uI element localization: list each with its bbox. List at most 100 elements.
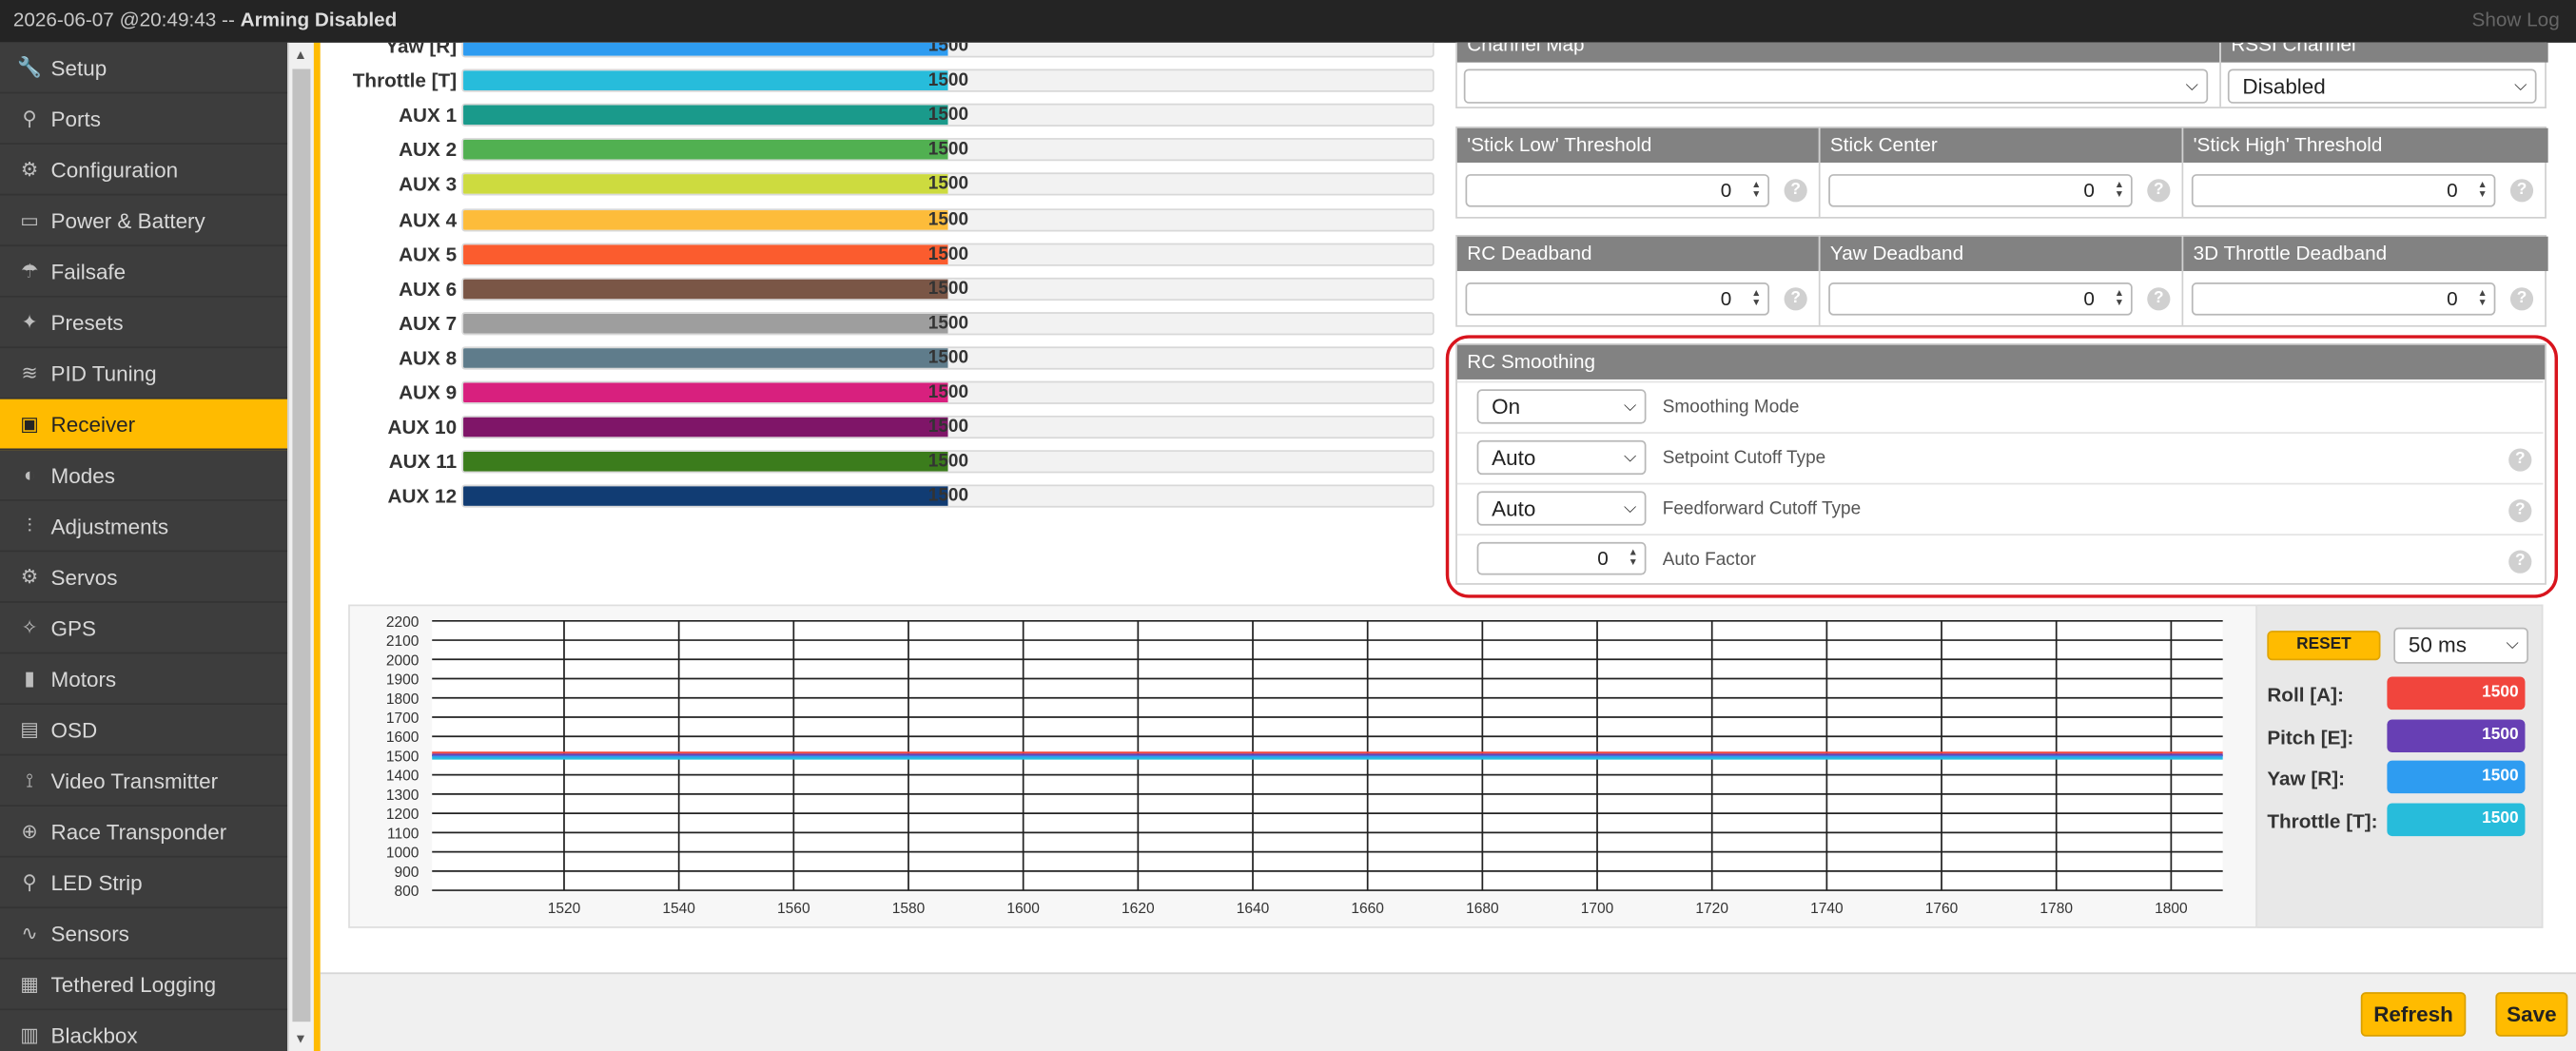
spinner-icon[interactable]: ▲ ▼ [2115,289,2124,309]
rc-graph-svg: 2200 2100 2000 1900 1800 1700 1600 1500 1400 1300… [386,614,2223,917]
show-log-link[interactable]: Show Log [2472,9,2560,31]
sidebar-item-configuration[interactable]: ⚙ Configuration [0,145,288,196]
sidebar-item-adjustments[interactable]: ⫶ Adjustments [0,501,288,553]
channel-meter: 1500 [461,484,1434,509]
scroll-down-icon[interactable]: ▼ [294,1032,307,1047]
help-icon[interactable]: ? [2147,179,2171,203]
save-button[interactable]: Save [2495,992,2568,1037]
channel-value: 1500 [927,279,969,299]
sidebar-item-led-strip[interactable]: ⚲ LED Strip [0,858,288,909]
sidebar-item-failsafe[interactable]: ☂ Failsafe [0,246,288,298]
stick-low-input[interactable]: 0 ▲ ▼ [1465,174,1770,207]
channel-name: Yaw [R] [385,42,458,58]
spinner-icon[interactable]: ▲ ▼ [1751,181,1761,201]
rc-deadband-value: 0 [1720,287,1732,311]
stick-low-value: 0 [1720,179,1732,203]
channel-meter-fill [463,279,948,299]
battery-icon: ▭ [20,208,39,232]
stick-center-input[interactable]: 0 ▲ ▼ [1828,174,2133,207]
channel-meter: 1500 [461,207,1434,231]
channel-name: AUX 10 [387,416,458,439]
x-tick-label: 1800 [2155,901,2188,917]
sidebar-item-power-battery[interactable]: ▭ Power & Battery [0,196,288,247]
channel-meter-fill [463,174,948,195]
sidebar-item-blackbox[interactable]: ▥ Blackbox [0,1010,287,1051]
x-tick-label: 1560 [777,901,810,917]
channel-row: Throttle [T] 1500 [321,65,1437,99]
channel-meter: 1500 [461,450,1434,474]
scroll-up-icon[interactable]: ▲ [294,48,307,63]
channel-name: AUX 1 [399,104,458,127]
sidebar-item-ports[interactable]: ⚲ Ports [0,93,288,145]
antenna-icon: ⟟ [26,768,33,791]
channel-meter-fill [463,313,948,334]
y-tick-label: 800 [394,884,419,900]
y-tick-label: 1600 [386,730,420,746]
x-tick-label: 1760 [1925,901,1959,917]
channel-value: 1500 [927,313,969,334]
receiver-icon: ▣ [20,412,39,436]
y-tick-label: 2100 [386,633,420,650]
help-icon[interactable]: ? [2509,287,2534,311]
sidebar-item-label: Presets [50,309,124,335]
scrollbar-thumb[interactable] [292,68,311,1022]
help-icon[interactable]: ? [2147,287,2171,311]
wrench-icon: 🔧 [17,55,42,79]
sidebar-item-gps[interactable]: ✧ GPS [0,603,288,654]
help-icon[interactable]: ? [1784,287,1807,311]
yaw-deadband-value: 0 [2083,287,2095,311]
sidebar-item-servos[interactable]: ⚙ Servos [0,552,288,603]
chevron-down-icon: ⌵ [2514,77,2527,96]
channel-meter: 1500 [461,311,1434,335]
sidebar-item-pid-tuning[interactable]: ≋ PID Tuning [0,348,288,399]
channel-name: AUX 5 [399,242,458,266]
y-tick-label: 1400 [386,769,420,785]
sidebar-item-modes[interactable]: ◐ Modes [0,450,288,501]
stick-low-cell: 'Stick Low' Threshold 0 ▲ ▼ ? [1456,127,1819,217]
spinner-icon[interactable]: ▲ ▼ [2477,181,2487,201]
help-icon[interactable]: ? [2509,179,2534,203]
sidebar-item-video-transmitter[interactable]: ⟟ Video Transmitter [0,755,288,807]
sidebar-item-tethered-logging[interactable]: ▦ Tethered Logging [0,960,288,1011]
spinner-icon[interactable]: ▲ ▼ [1751,289,1761,309]
sidebar-item-motors[interactable]: ▮ Motors [0,653,288,705]
stick-center-value: 0 [2083,179,2095,203]
refresh-interval-value: 50 ms [2408,632,2467,657]
parachute-icon: ☂ [20,259,39,283]
channel-row: AUX 3 1500 [321,168,1437,203]
sidebar-item-receiver[interactable]: ▣ Receiver [0,399,288,451]
channel-meter: 1500 [461,138,1434,162]
x-tick-label: 1620 [1122,901,1155,917]
sidebar-item-osd[interactable]: ▤ OSD [0,705,288,756]
blackbox-icon: ▥ [20,1022,39,1047]
sidebar-item-race-transponder[interactable]: ⊕ Race Transponder [0,807,288,858]
throttle-3d-deadband-input[interactable]: 0 ▲ ▼ [2191,282,2496,316]
sidebar-item-setup[interactable]: 🔧 Setup [0,43,288,94]
x-tick-label: 1520 [548,901,581,917]
sidebar-scrollbar[interactable]: ▲ ▼ [287,42,314,1051]
sidebar-item-label: Motors [50,666,117,691]
channel-meter: 1500 [461,416,1434,439]
stick-high-input[interactable]: 0 ▲ ▼ [2191,174,2496,207]
y-tick-label: 1700 [386,710,420,727]
spinner-icon[interactable]: ▲ ▼ [2115,181,2124,201]
channel-meter: 1500 [461,242,1434,266]
x-tick-label: 1660 [1351,901,1384,917]
reset-button[interactable]: RESET [2267,631,2381,661]
refresh-interval-select[interactable]: 50 ms ⌵ [2393,627,2528,664]
rc-deadband-input[interactable]: 0 ▲ ▼ [1465,282,1770,316]
spinner-icon[interactable]: ▲ ▼ [2477,289,2487,309]
log-timestamp: 2026-06-07 @20:49:43 -- [12,8,241,31]
deadbands-panel: RC Deadband 0 ▲ ▼ ? Yaw Deadband 0 ▲ ▼ ? 3D … [1455,234,2548,327]
sidebar-item-sensors[interactable]: ∿ Sensors [0,908,288,960]
arming-status: Arming Disabled [240,8,398,31]
y-tick-label: 1500 [386,749,420,765]
channel-meter: 1500 [461,42,1434,58]
help-icon[interactable]: ? [1784,179,1807,203]
rssi-channel-select[interactable]: Disabled ⌵ [2227,68,2537,104]
y-tick-label: 1300 [386,788,420,804]
channel-map-input[interactable]: ⌵ [1463,68,2209,104]
refresh-button[interactable]: Refresh [2360,992,2467,1037]
sidebar-item-presets[interactable]: ✦ Presets [0,298,288,349]
yaw-deadband-input[interactable]: 0 ▲ ▼ [1828,282,2133,316]
